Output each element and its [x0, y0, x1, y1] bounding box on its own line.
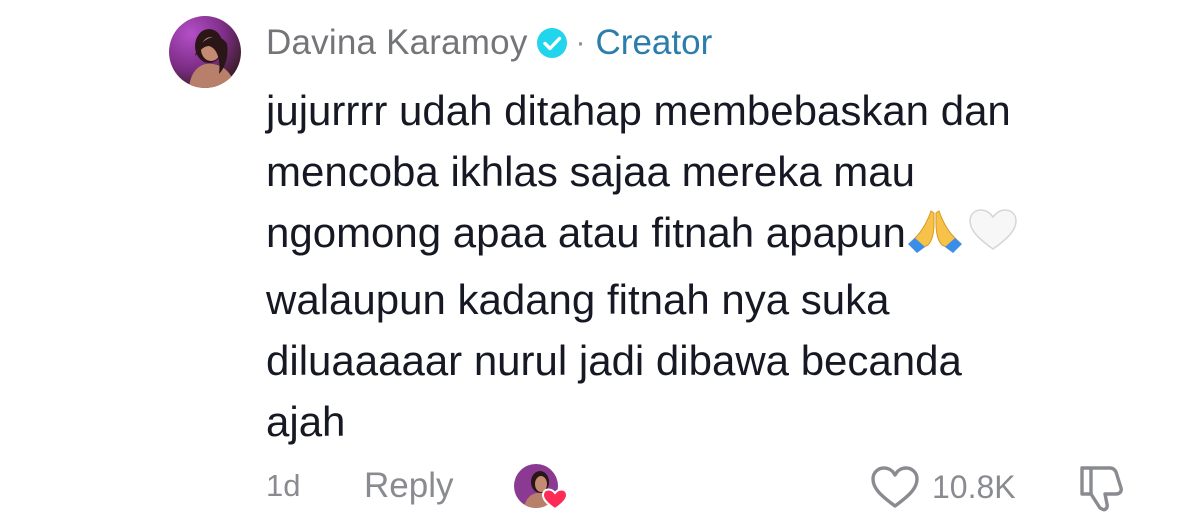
- header-separator: ·: [575, 26, 586, 59]
- verified-badge-icon: [536, 27, 568, 59]
- reply-button[interactable]: Reply: [364, 466, 453, 506]
- author-name[interactable]: Davina Karamoy: [266, 23, 528, 63]
- comment-item: Davina Karamoy · Creator jujurrrr udah d…: [0, 0, 1179, 514]
- comment-footer: 1d Reply 10.8K: [266, 462, 1136, 514]
- comment-time: 1d: [266, 468, 301, 503]
- liked-by-creator-avatar: [514, 462, 569, 512]
- like-button[interactable]: 10.8K: [870, 462, 1016, 512]
- comment-text-part-2: walaupun kadang fitnah nya suka diluaaaa…: [266, 276, 962, 445]
- dislike-button[interactable]: [1074, 462, 1126, 514]
- thumbs-down-icon: [1080, 466, 1123, 512]
- white-heart-emoji: [964, 207, 1022, 269]
- creator-badge: Creator: [595, 23, 713, 62]
- like-count: 10.8K: [932, 468, 1016, 505]
- folded-hands-emoji: [906, 207, 964, 269]
- author-avatar[interactable]: [169, 16, 241, 88]
- heart-outline-icon: [871, 466, 919, 508]
- comment-text: jujurrrr udah ditahap membebaskan dan me…: [266, 80, 1146, 452]
- comment-header: Davina Karamoy · Creator: [266, 20, 712, 66]
- comment-text-part-1: jujurrrr udah ditahap membebaskan dan me…: [266, 87, 1011, 256]
- heart-badge-icon: [541, 488, 569, 511]
